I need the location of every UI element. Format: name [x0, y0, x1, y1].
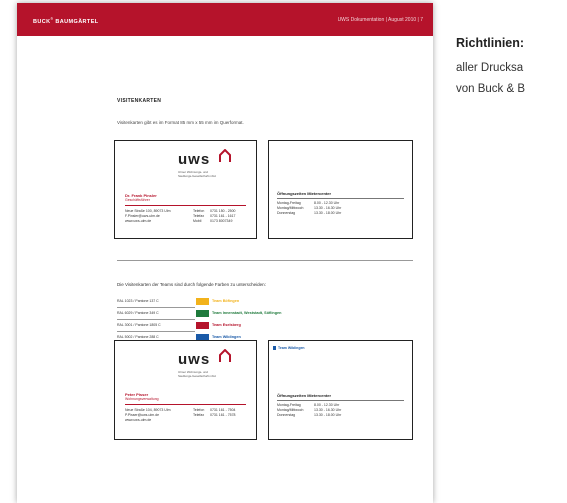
- section-separator: [117, 260, 413, 261]
- color-swatch: [196, 298, 209, 305]
- team-row: RAL 5002 / Pantone 288 C Team Wiblingen: [117, 333, 327, 342]
- row-divider: [117, 343, 195, 344]
- row-divider: [117, 331, 195, 332]
- ral-code: RAL 7015 / Pantone 446 C: [117, 347, 159, 351]
- business-card-front: uws Ulmer Wohnungs- und Siedlungs-Gesells…: [114, 140, 257, 239]
- contact-labels: Telefon Telefax Mobil: [193, 209, 205, 223]
- header-banner: BUCK® BAUMGÄRTEL UWS Dokumentation | Aug…: [17, 3, 433, 36]
- color-swatch: [196, 334, 209, 341]
- side-title: Richtlinien:: [456, 36, 525, 50]
- hours-title: Öffnungszeiten Mietercenter: [277, 191, 332, 196]
- teams-intro: Die Visitenkarten der Teams sind durch f…: [117, 282, 266, 287]
- brand-logo: BUCK® BAUMGÄRTEL: [33, 17, 99, 25]
- ral-code: RAL 3001 / Pantone 1805 C: [117, 323, 161, 327]
- person-role: Geschäftsführer: [125, 198, 150, 202]
- color-swatch: [196, 310, 209, 317]
- hours-times: 8.00 - 12.30 Uhr 13.30 - 16.30 Uhr 13.30 -…: [314, 201, 342, 215]
- side-text-line: aller Drucksa: [456, 62, 524, 74]
- team-name: Team Eselsberg: [212, 323, 241, 327]
- team-name: Team Böfingen: [212, 299, 240, 303]
- address-block: Neue Straße 100, 89073 Ulm F.Pinsler@uws-…: [125, 209, 171, 223]
- section-title: VISITENKARTEN: [117, 98, 162, 104]
- side-text-line: von Buck & B: [456, 83, 526, 95]
- team-row: RAL 1023 / Pantone 137 C Team Böfingen: [117, 297, 327, 306]
- card-divider: [125, 205, 246, 206]
- house-mark-icon: [219, 149, 231, 162]
- row-divider: [117, 319, 195, 320]
- team-row: RAL 6029 / Pantone 349 C Team Innenstadt…: [117, 309, 327, 318]
- color-swatch: [196, 322, 209, 329]
- document-page: BUCK® BAUMGÄRTEL UWS Dokumentation | Aug…: [17, 3, 433, 503]
- contact-values: 0731 150 - 2500 0731 161 - 1617 0173 80073…: [210, 209, 236, 223]
- uws-logo: uws Ulmer Wohnungs- und Siedlungs-Gesells…: [178, 149, 238, 187]
- ral-code: RAL 5002 / Pantone 288 C: [117, 335, 159, 339]
- row-divider: [117, 307, 195, 308]
- document-info: UWS Dokumentation | August 2010 | 7: [337, 17, 423, 23]
- team-row: RAL 3001 / Pantone 1805 C Team Eselsberg: [117, 321, 327, 330]
- color-swatch: [196, 346, 209, 353]
- ral-code: RAL 6029 / Pantone 349 C: [117, 311, 159, 315]
- logo-word: uws: [178, 151, 211, 168]
- logo-tagline: Ulmer Wohnungs- und Siedlungs-Gesellschaf…: [178, 170, 216, 178]
- card-divider: [277, 198, 404, 199]
- team-row: RAL 7015 / Pantone 446 C Erstberatung: [117, 345, 327, 354]
- hours-days: Montag-Freitag Montag/Mittwoch Donnerstag: [277, 201, 304, 215]
- team-name: Erstberatung: [212, 347, 236, 351]
- team-name: Team Innenstadt, Weststadt, Söflingen: [212, 311, 282, 315]
- section-intro: Visitenkarten gibt es im Format 85 mm x …: [117, 120, 244, 125]
- ral-code: RAL 1023 / Pantone 137 C: [117, 299, 159, 303]
- business-card-back: Öffnungszeiten Mietercenter Montag-Freit…: [268, 140, 413, 239]
- team-name: Team Wiblingen: [212, 335, 241, 339]
